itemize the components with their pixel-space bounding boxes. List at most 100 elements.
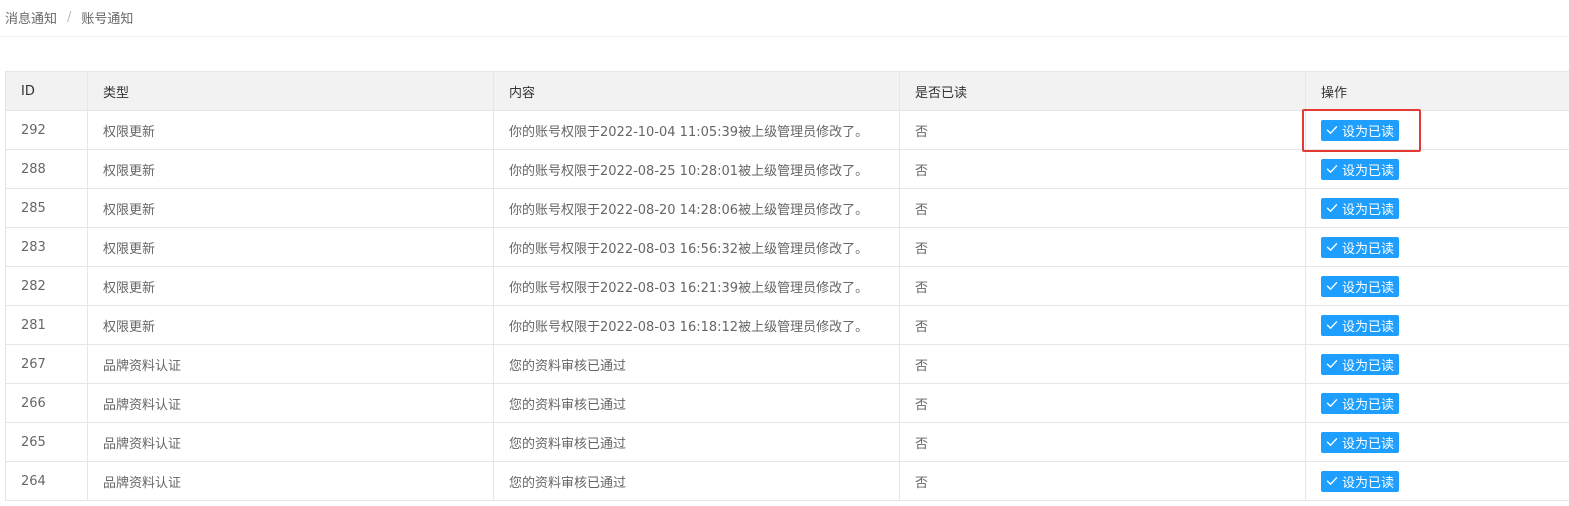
cell-action: 设为已读 — [1305, 149, 1569, 189]
cell-id: 266 — [5, 383, 88, 423]
cell-content: 您的资料审核已通过 — [493, 383, 900, 423]
table-row: 265 品牌资料认证 您的资料审核已通过否 设为已读 — [5, 422, 1569, 462]
table-row: 267 品牌资料认证 您的资料审核已通过否 设为已读 — [5, 344, 1569, 384]
cell-type: 品牌资料认证 — [87, 422, 494, 462]
cell-id: 292 — [5, 110, 88, 150]
cell-id: 265 — [5, 422, 88, 462]
check-icon — [1326, 475, 1338, 487]
cell-id: 285 — [5, 188, 88, 228]
cell-type: 权限更新 — [87, 266, 494, 306]
cell-action: 设为已读 — [1305, 422, 1569, 462]
cell-type: 权限更新 — [87, 227, 494, 267]
table-row: 264 品牌资料认证 您的资料审核已通过否 设为已读 — [5, 461, 1569, 501]
cell-read: 否 — [899, 383, 1306, 423]
table-row: 281 权限更新 你的账号权限于2022-08-03 16:18:12被上级管理员修… — [5, 305, 1569, 345]
cell-content: 你的账号权限于2022-08-03 16:56:32被上级管理员修改了。 — [493, 227, 900, 267]
check-icon — [1326, 358, 1338, 370]
mark-read-button[interactable]: 设为已读 — [1321, 392, 1400, 414]
mark-read-label: 设为已读 — [1342, 163, 1395, 179]
table-row: 283 权限更新 你的账号权限于2022-08-03 16:56:32被上级管理员修… — [5, 227, 1569, 267]
cell-type: 品牌资料认证 — [87, 344, 494, 384]
column-header-read: 是否已读 — [899, 71, 1306, 111]
check-icon — [1326, 397, 1338, 409]
table-row: 285 权限更新 你的账号权限于2022-08-20 14:28:06被上级管理员修… — [5, 188, 1569, 228]
breadcrumb-item-notifications[interactable]: 消息通知 — [5, 8, 57, 27]
cell-read: 否 — [899, 344, 1306, 384]
check-icon — [1326, 202, 1338, 214]
cell-content: 你的账号权限于2022-08-03 16:18:12被上级管理员修改了。 — [493, 305, 900, 345]
column-header-action: 操作 — [1305, 71, 1569, 111]
cell-id: 282 — [5, 266, 88, 306]
cell-action: 设为已读 — [1305, 383, 1569, 423]
column-header-id: ID — [5, 71, 88, 111]
breadcrumb-item-account-notifications: 账号通知 — [81, 11, 134, 27]
cell-id: 264 — [5, 461, 88, 501]
breadcrumb: 消息通知 / 账号通知 — [5, 8, 134, 27]
cell-action: 设为已读 — [1305, 266, 1569, 306]
cell-id: 281 — [5, 305, 88, 345]
cell-action: 设为已读 — [1305, 344, 1569, 384]
column-header-type: 类型 — [87, 71, 494, 111]
cell-content: 您的资料审核已通过 — [493, 461, 900, 501]
check-icon — [1326, 280, 1338, 292]
cell-read: 否 — [899, 227, 1306, 267]
check-icon — [1326, 241, 1338, 253]
cell-action: 设为已读 — [1305, 227, 1569, 267]
cell-content: 你的账号权限于2022-10-04 11:05:39被上级管理员修改了。 — [493, 110, 900, 150]
cell-read: 否 — [899, 305, 1306, 345]
breadcrumb-separator: / — [67, 9, 72, 25]
notification-table: ID 类型 内容 是否已读 操作 292 权限更新 你的账号权限于2022-10-0… — [5, 71, 1569, 501]
cell-read: 否 — [899, 110, 1306, 150]
cell-type: 权限更新 — [87, 305, 494, 345]
cell-type: 权限更新 — [87, 188, 494, 228]
mark-read-label: 设为已读 — [1342, 358, 1395, 374]
check-icon — [1326, 319, 1338, 331]
mark-read-button[interactable]: 设为已读 — [1321, 470, 1400, 492]
cell-action: 设为已读 — [1305, 305, 1569, 345]
cell-action: 设为已读 — [1305, 188, 1569, 228]
cell-type: 品牌资料认证 — [87, 383, 494, 423]
cell-content: 您的资料审核已通过 — [493, 344, 900, 384]
cell-content: 您的资料审核已通过 — [493, 422, 900, 462]
check-icon — [1326, 163, 1338, 175]
cell-action: 设为已读 — [1305, 110, 1569, 150]
check-icon — [1326, 436, 1338, 448]
mark-read-label: 设为已读 — [1342, 124, 1395, 140]
mark-read-button[interactable]: 设为已读 — [1321, 119, 1400, 141]
mark-read-label: 设为已读 — [1342, 202, 1395, 218]
table-body: 292 权限更新 你的账号权限于2022-10-04 11:05:39被上级管理员修… — [5, 110, 1569, 501]
cell-content: 你的账号权限于2022-08-25 10:28:01被上级管理员修改了。 — [493, 149, 900, 189]
mark-read-button[interactable]: 设为已读 — [1321, 353, 1400, 375]
cell-read: 否 — [899, 266, 1306, 306]
cell-id: 283 — [5, 227, 88, 267]
table-header-row: ID 类型 内容 是否已读 操作 — [5, 71, 1569, 111]
notification-table-container: ID 类型 内容 是否已读 操作 292 权限更新 你的账号权限于2022-10-0… — [5, 71, 1569, 501]
mark-read-button[interactable]: 设为已读 — [1321, 158, 1400, 180]
cell-read: 否 — [899, 422, 1306, 462]
cell-content: 你的账号权限于2022-08-20 14:28:06被上级管理员修改了。 — [493, 188, 900, 228]
mark-read-button[interactable]: 设为已读 — [1321, 314, 1400, 336]
cell-action: 设为已读 — [1305, 461, 1569, 501]
mark-read-label: 设为已读 — [1342, 319, 1395, 335]
cell-type: 权限更新 — [87, 110, 494, 150]
mark-read-label: 设为已读 — [1342, 397, 1395, 413]
table-row: 266 品牌资料认证 您的资料审核已通过否 设为已读 — [5, 383, 1569, 423]
mark-read-button[interactable]: 设为已读 — [1321, 197, 1400, 219]
cell-type: 权限更新 — [87, 149, 494, 189]
table-row: 288 权限更新 你的账号权限于2022-08-25 10:28:01被上级管理员修… — [5, 149, 1569, 189]
mark-read-button[interactable]: 设为已读 — [1321, 275, 1400, 297]
mark-read-label: 设为已读 — [1342, 241, 1395, 257]
mark-read-button[interactable]: 设为已读 — [1321, 431, 1400, 453]
table-row: 292 权限更新 你的账号权限于2022-10-04 11:05:39被上级管理员修… — [5, 110, 1569, 150]
mark-read-label: 设为已读 — [1342, 436, 1395, 452]
cell-type: 品牌资料认证 — [87, 461, 494, 501]
mark-read-label: 设为已读 — [1342, 475, 1395, 491]
column-header-content: 内容 — [493, 71, 900, 111]
cell-read: 否 — [899, 149, 1306, 189]
cell-read: 否 — [899, 461, 1306, 501]
cell-id: 267 — [5, 344, 88, 384]
cell-content: 你的账号权限于2022-08-03 16:21:39被上级管理员修改了。 — [493, 266, 900, 306]
mark-read-button[interactable]: 设为已读 — [1321, 236, 1400, 258]
cell-read: 否 — [899, 188, 1306, 228]
header-divider — [0, 36, 1569, 37]
